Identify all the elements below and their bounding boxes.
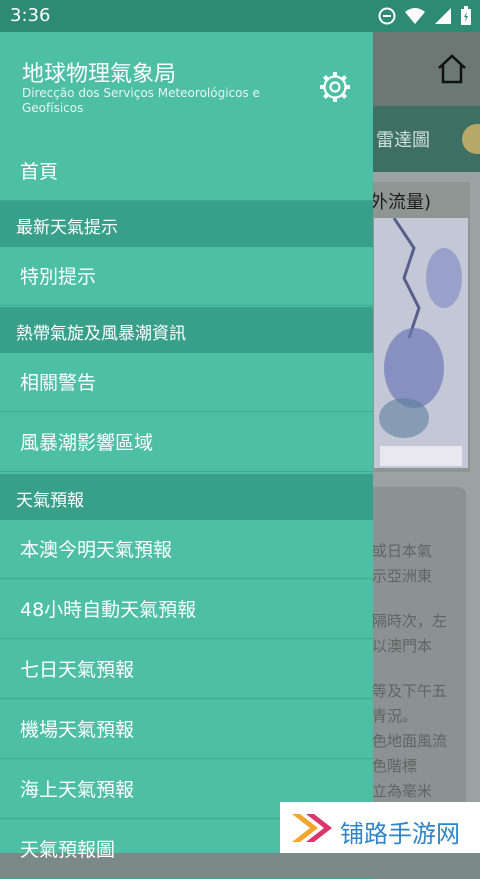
map-image — [374, 217, 468, 468]
section-tropical-cyclone: 熱帶氣旋及風暴潮資訊 — [0, 307, 373, 353]
app-subtitle: Direcção dos Serviços Meteorológicos e G… — [22, 86, 260, 115]
map-card-title: 外流量) — [370, 192, 432, 213]
menu-item-storm-surge-area[interactable]: 風暴潮影響區域 — [0, 413, 373, 472]
menu-item-label: 海上天氣預報 — [20, 779, 135, 801]
description-line: 示亞洲東 — [372, 567, 433, 585]
watermark-text: 铺路手游网 — [340, 820, 460, 848]
description-line: 立為毫米 — [372, 782, 433, 800]
menu-item-related-warnings[interactable]: 相關警告 — [0, 353, 373, 412]
satellite-map — [374, 217, 468, 468]
menu-item-label: 首頁 — [20, 161, 59, 183]
menu-item-airport-forecast[interactable]: 機場天氣預報 — [0, 700, 373, 759]
watermark: 铺路手游网 — [280, 802, 480, 853]
description-line: 色階標 — [372, 757, 418, 775]
description-line: 以澳門本 — [372, 637, 433, 655]
description-line: 或日本氣 — [372, 542, 433, 560]
menu-item-label: 本澳今明天氣預報 — [20, 539, 173, 561]
status-time: 3:36 — [10, 5, 51, 26]
menu-item-local-forecast[interactable]: 本澳今明天氣預報 — [0, 520, 373, 579]
status-icons — [378, 6, 472, 26]
status-bar: 3:36 — [0, 0, 480, 32]
menu-item-label: 天氣預報圖 — [20, 839, 116, 861]
tab-radar[interactable]: 雷達圖 — [376, 126, 430, 152]
section-latest-weather-tips: 最新天氣提示 — [0, 201, 373, 247]
description-line: 等及下午五 — [372, 682, 448, 700]
watermark-logo-icon — [292, 814, 332, 842]
menu-item-48h-forecast[interactable]: 48小時自動天氣預報 — [0, 580, 373, 639]
signal-icon — [435, 8, 451, 24]
description-line: 隔時次，左 — [372, 612, 448, 630]
section-weather-forecast: 天氣預報 — [0, 474, 373, 520]
menu-item-7day-forecast[interactable]: 七日天氣預報 — [0, 640, 373, 699]
description-line: 青況。 — [372, 707, 418, 725]
menu-item-special-tips[interactable]: 特別提示 — [0, 247, 373, 306]
menu-item-label: 風暴潮影響區域 — [20, 432, 154, 454]
menu-item-label: 48小時自動天氣預報 — [20, 599, 197, 621]
menu-item-label: 特別提示 — [20, 266, 97, 288]
gear-icon[interactable] — [318, 70, 352, 104]
home-icon[interactable] — [436, 52, 468, 86]
menu-item-label: 七日天氣預報 — [20, 659, 135, 681]
tab-badge — [462, 124, 480, 154]
menu-item-home[interactable]: 首頁 — [0, 142, 373, 201]
section-label: 最新天氣提示 — [16, 218, 118, 238]
dnd-icon — [378, 7, 396, 25]
menu-item-label: 機場天氣預報 — [20, 719, 135, 741]
section-label: 天氣預報 — [16, 491, 84, 511]
description-line: 色地面風流 — [372, 732, 448, 750]
section-label: 熱帶氣旋及風暴潮資訊 — [16, 324, 186, 344]
navigation-drawer: 地球物理氣象局 Direcção dos Serviços Meteorológ… — [0, 32, 373, 879]
menu-item-label: 相關警告 — [20, 372, 97, 394]
app-title: 地球物理氣象局 — [22, 62, 177, 87]
drawer-header: 地球物理氣象局 Direcção dos Serviços Meteorológ… — [0, 32, 373, 142]
wifi-icon — [405, 8, 425, 24]
battery-icon — [461, 6, 471, 25]
